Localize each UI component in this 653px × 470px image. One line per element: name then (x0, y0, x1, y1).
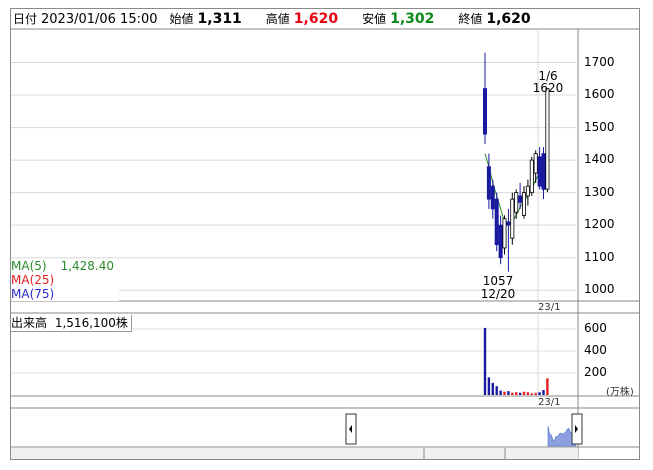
volume-bar (483, 327, 487, 395)
volume-bar (522, 391, 526, 395)
volume-bar (538, 392, 541, 395)
candle-body (518, 195, 523, 203)
candle-body (502, 218, 507, 249)
price-tick-label: 1200 (584, 217, 615, 232)
candle-body (545, 88, 550, 190)
volume-bar (530, 393, 533, 395)
volume-x-tick: 23/1 (538, 397, 561, 408)
volume-header-value: 1,516,100株 (54, 316, 128, 330)
ma5-value: 1,428.40 (60, 259, 114, 273)
volume-header: 出来高 1,516,100株 (11, 315, 132, 332)
price-x-tick: 23/1 (538, 302, 561, 313)
volume-tick-label: 200 (584, 365, 607, 379)
ma-legend: MA(5) 1,428.40 MA(25) MA(75) (11, 259, 119, 301)
high-value-annotation: 1620 (532, 81, 564, 95)
volume-bar (511, 392, 514, 395)
price-tick-label: 1100 (584, 249, 615, 264)
candle-body (506, 221, 511, 226)
price-tick-label: 1400 (584, 152, 615, 167)
nav-scrollbar-track[interactable] (11, 448, 578, 459)
low-value-annotation: 1057 (482, 274, 514, 288)
volume-bar (503, 391, 506, 395)
candle-body (498, 224, 503, 259)
ma5-label: MA(5) (11, 259, 47, 273)
volume-unit: (万株) (606, 387, 634, 398)
price-tick-label: 1300 (584, 184, 615, 199)
volume-bar (526, 392, 530, 395)
volume-bar (491, 382, 494, 395)
volume-bar (495, 386, 498, 395)
candle-body (525, 185, 530, 197)
volume-tick-label: 600 (584, 321, 607, 335)
price-tick-label: 1600 (584, 87, 615, 102)
ma75-label: MA(75) (11, 287, 55, 301)
volume-tick-label: 400 (584, 343, 607, 357)
volume-bar (518, 392, 522, 395)
candle-body (541, 153, 546, 190)
volume-bar (546, 378, 549, 395)
volume-bar (515, 392, 518, 395)
candle-body (510, 198, 515, 239)
volume-bar (534, 392, 537, 395)
candle-body (490, 185, 495, 210)
candle-body (529, 159, 534, 194)
volume-bar (487, 377, 491, 395)
candle-body (486, 166, 491, 200)
volume-bar (507, 391, 510, 395)
price-tick-label: 1700 (584, 54, 615, 69)
candle-body (482, 88, 487, 135)
volume-header-label: 出来高 (11, 316, 48, 330)
candle-body (494, 198, 499, 246)
price-tick-label: 1500 (584, 119, 615, 134)
volume-bar (499, 390, 502, 395)
candle-body (522, 192, 527, 216)
candle-body (514, 192, 519, 213)
low-date-annotation: 12/20 (480, 287, 516, 301)
price-tick-label: 1000 (584, 282, 615, 297)
ma25-label: MA(25) (11, 273, 55, 287)
candle-body (533, 153, 538, 174)
candle-body (537, 156, 542, 187)
volume-bar (542, 390, 545, 395)
